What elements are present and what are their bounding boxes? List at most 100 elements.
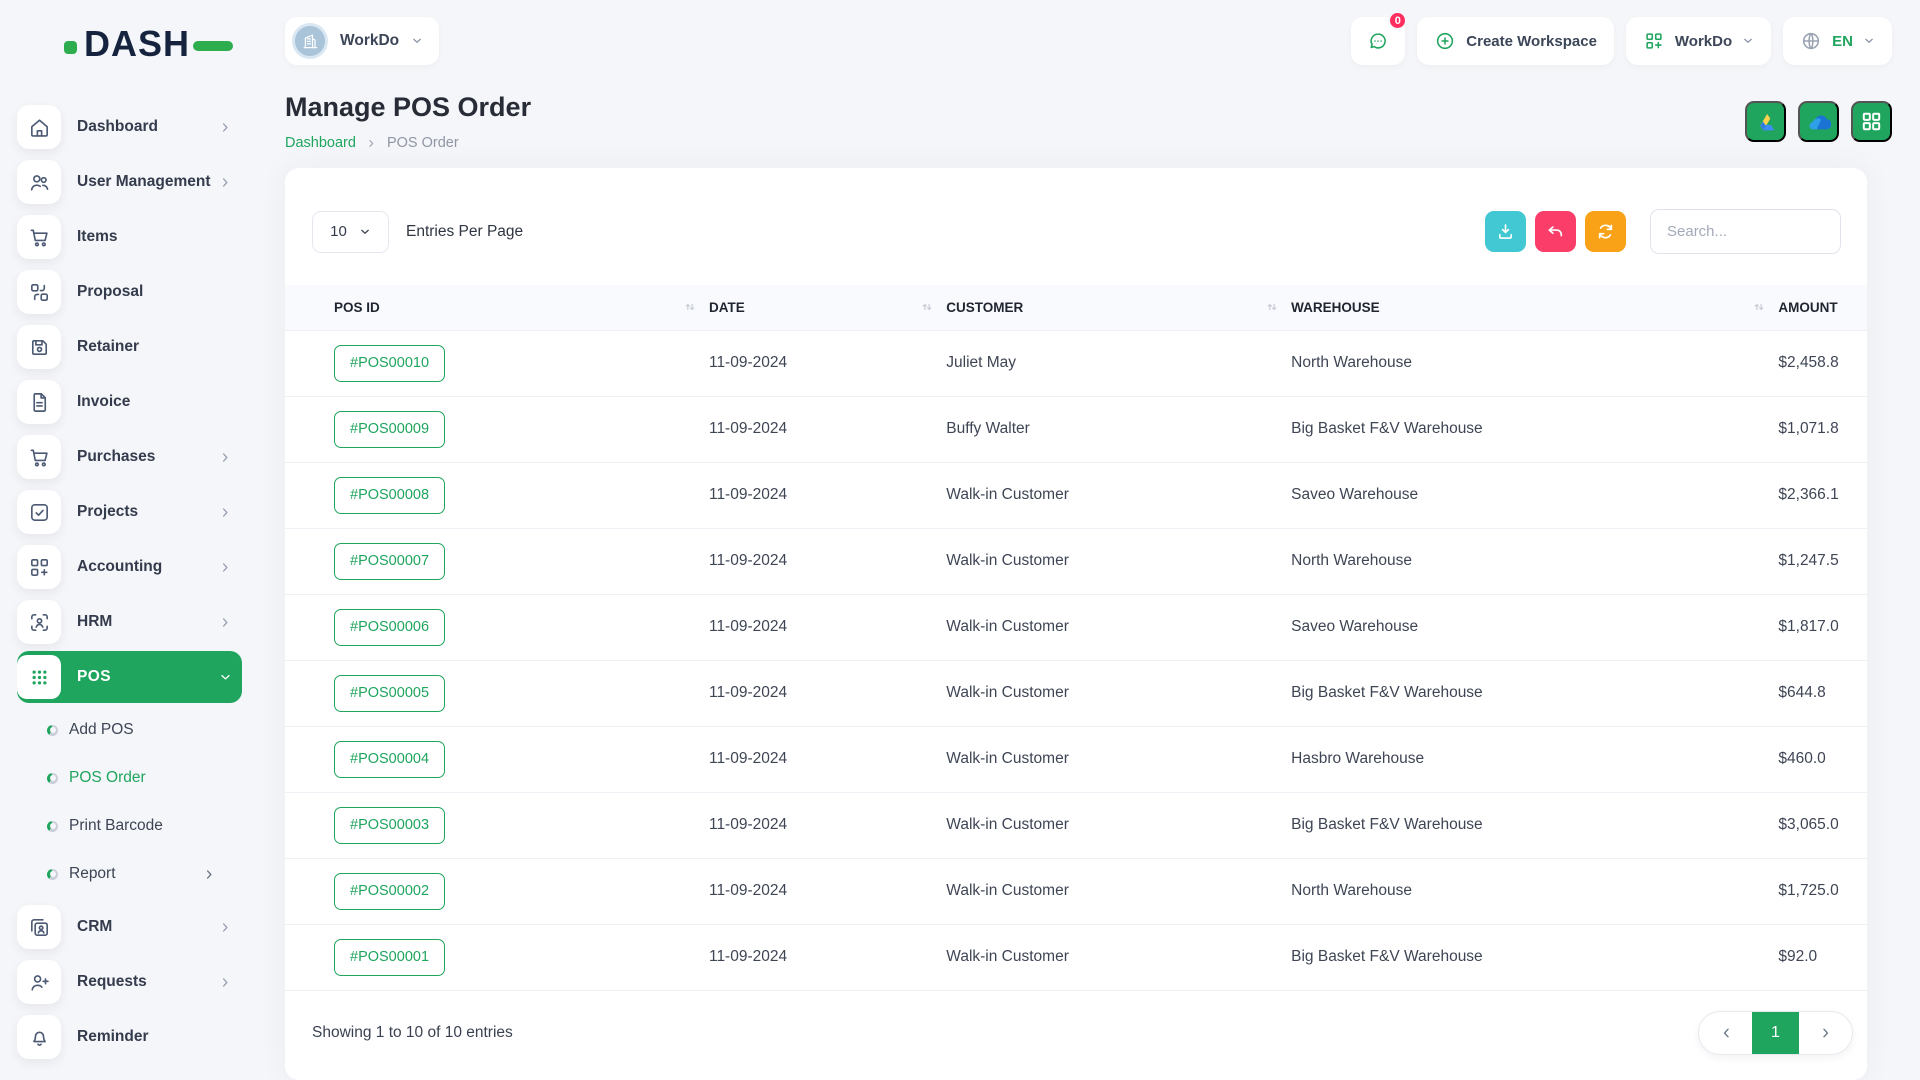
chevron-right-icon <box>366 138 377 149</box>
sidebar-subitem-print-barcode[interactable]: Print Barcode <box>0 802 258 850</box>
grid-2x2-button[interactable] <box>1851 101 1892 142</box>
sidebar-item-hrm[interactable]: HRM <box>17 596 242 648</box>
language-label: EN <box>1832 33 1853 50</box>
table-row: #POS0000111-09-2024Walk-in CustomerBig B… <box>285 924 1867 990</box>
table-row: #POS0000611-09-2024Walk-in CustomerSaveo… <box>285 594 1867 660</box>
chevron-right-icon <box>219 121 232 134</box>
date-cell: 11-09-2024 <box>709 396 946 462</box>
pos-id-badge[interactable]: #POS00003 <box>334 807 445 844</box>
pagination: 1 <box>1698 1011 1853 1055</box>
sidebar-item-label: POS <box>77 668 219 686</box>
requests-icon <box>28 971 51 994</box>
sidebar: DASH Dashboard User Management Items Propos… <box>0 0 258 1080</box>
workspace-avatar <box>292 23 328 59</box>
sidebar-item-dashboard[interactable]: Dashboard <box>17 101 242 153</box>
chevron-right-icon <box>219 921 232 934</box>
sort-icon <box>1752 300 1766 314</box>
breadcrumb-dashboard-link[interactable]: Dashboard <box>285 135 356 151</box>
app-switcher-button[interactable]: WorkDo <box>1626 17 1771 65</box>
sidebar-item-user-management[interactable]: User Management <box>17 156 242 208</box>
topbar-actions: 0 Create Workspace WorkDo EN <box>1351 17 1892 65</box>
sidebar-item-pos[interactable]: POS <box>17 651 242 703</box>
sidebar-item-reminder[interactable]: Reminder <box>17 1011 242 1063</box>
pagination-prev-button[interactable] <box>1699 1012 1752 1054</box>
create-workspace-button[interactable]: Create Workspace <box>1417 17 1614 65</box>
refresh-button[interactable] <box>1585 211 1626 252</box>
bullet-icon <box>47 725 58 736</box>
pos-id-badge[interactable]: #POS00007 <box>334 543 445 580</box>
amount-cell: $644.8 <box>1778 660 1867 726</box>
customer-cell: Walk-in Customer <box>946 462 1291 528</box>
chevron-left-icon <box>1719 1026 1733 1040</box>
date-cell: 11-09-2024 <box>709 660 946 726</box>
column-header-customer[interactable]: CUSTOMER <box>946 285 1291 330</box>
sidebar-item-label: Proposal <box>77 283 242 301</box>
reset-button[interactable] <box>1535 211 1576 252</box>
sidebar-item-items[interactable]: Items <box>17 211 242 263</box>
warehouse-cell: Big Basket F&V Warehouse <box>1291 924 1778 990</box>
sidebar-item-retainer[interactable]: Retainer <box>17 321 242 373</box>
column-header-amount[interactable]: AMOUNT <box>1778 285 1867 330</box>
pagination-next-button[interactable] <box>1799 1012 1852 1054</box>
entries-per-page-select[interactable]: 10 <box>312 211 389 253</box>
sidebar-item-invoice[interactable]: Invoice <box>17 376 242 428</box>
column-header-pos-id[interactable]: POS ID <box>285 285 709 330</box>
export-button[interactable] <box>1485 211 1526 252</box>
pagination-page-1[interactable]: 1 <box>1752 1012 1799 1054</box>
message-icon <box>1367 30 1389 52</box>
sidebar-subitem-label: Add POS <box>69 721 134 739</box>
toolbar-right <box>1485 209 1841 254</box>
sidebar-item-crm[interactable]: CRM <box>17 901 242 953</box>
sidebar-item-accounting[interactable]: Accounting <box>17 541 242 593</box>
table-row: #POS0000811-09-2024Walk-in CustomerSaveo… <box>285 462 1867 528</box>
pos-id-badge[interactable]: #POS00001 <box>334 939 445 976</box>
entries-per-page-label: Entries Per Page <box>406 223 523 241</box>
create-workspace-label: Create Workspace <box>1466 33 1597 50</box>
quick-actions <box>1745 101 1892 142</box>
customer-cell: Juliet May <box>946 330 1291 396</box>
language-selector[interactable]: EN <box>1783 17 1892 65</box>
table-toolbar: 10 Entries Per Page <box>285 168 1867 254</box>
table-row: #POS0000711-09-2024Walk-in CustomerNorth… <box>285 528 1867 594</box>
date-cell: 11-09-2024 <box>709 330 946 396</box>
google-drive-button[interactable] <box>1745 101 1786 142</box>
chevron-down-icon <box>359 226 371 238</box>
column-header-label: AMOUNT <box>1778 300 1837 315</box>
warehouse-cell: North Warehouse <box>1291 858 1778 924</box>
pos-id-badge[interactable]: #POS00010 <box>334 345 445 382</box>
pos-id-cell: #POS00001 <box>285 924 709 990</box>
pos-id-badge[interactable]: #POS00008 <box>334 477 445 514</box>
customer-cell: Walk-in Customer <box>946 594 1291 660</box>
column-header-date[interactable]: DATE <box>709 285 946 330</box>
amount-cell: $1,247.5 <box>1778 528 1867 594</box>
app-logo[interactable]: DASH <box>0 14 258 74</box>
sidebar-subitem-report[interactable]: Report <box>0 850 258 898</box>
sidebar-item-label: Items <box>77 228 242 246</box>
sidebar-item-requests[interactable]: Requests <box>17 956 242 1008</box>
pos-id-badge[interactable]: #POS00009 <box>334 411 445 448</box>
pos-id-badge[interactable]: #POS00004 <box>334 741 445 778</box>
pos-id-badge[interactable]: #POS00006 <box>334 609 445 646</box>
pos-id-badge[interactable]: #POS00002 <box>334 873 445 910</box>
search-input[interactable] <box>1650 209 1841 254</box>
sidebar-subitem-pos-order[interactable]: POS Order <box>0 754 258 802</box>
workspace-selector[interactable]: WorkDo <box>285 17 439 65</box>
sort-icon <box>920 300 934 314</box>
pos-id-badge[interactable]: #POS00005 <box>334 675 445 712</box>
amount-cell: $2,366.1 <box>1778 462 1867 528</box>
customer-cell: Walk-in Customer <box>946 726 1291 792</box>
sidebar-subitem-label: POS Order <box>69 769 146 787</box>
sidebar-subitem-add-pos[interactable]: Add POS <box>0 706 258 754</box>
onedrive-button[interactable] <box>1798 101 1839 142</box>
sidebar-item-projects[interactable]: Projects <box>17 486 242 538</box>
sidebar-item-proposal[interactable]: Proposal <box>17 266 242 318</box>
sidebar-item-purchases[interactable]: Purchases <box>17 431 242 483</box>
table-footer: Showing 1 to 10 of 10 entries 1 <box>285 991 1867 1080</box>
pos-id-cell: #POS00006 <box>285 594 709 660</box>
column-header-label: CUSTOMER <box>946 300 1023 315</box>
column-header-warehouse[interactable]: WAREHOUSE <box>1291 285 1778 330</box>
messages-button[interactable]: 0 <box>1351 17 1405 65</box>
sidebar-item-label: User Management <box>77 173 219 191</box>
chevron-right-icon <box>219 451 232 464</box>
logo-text: DASH <box>84 23 190 65</box>
